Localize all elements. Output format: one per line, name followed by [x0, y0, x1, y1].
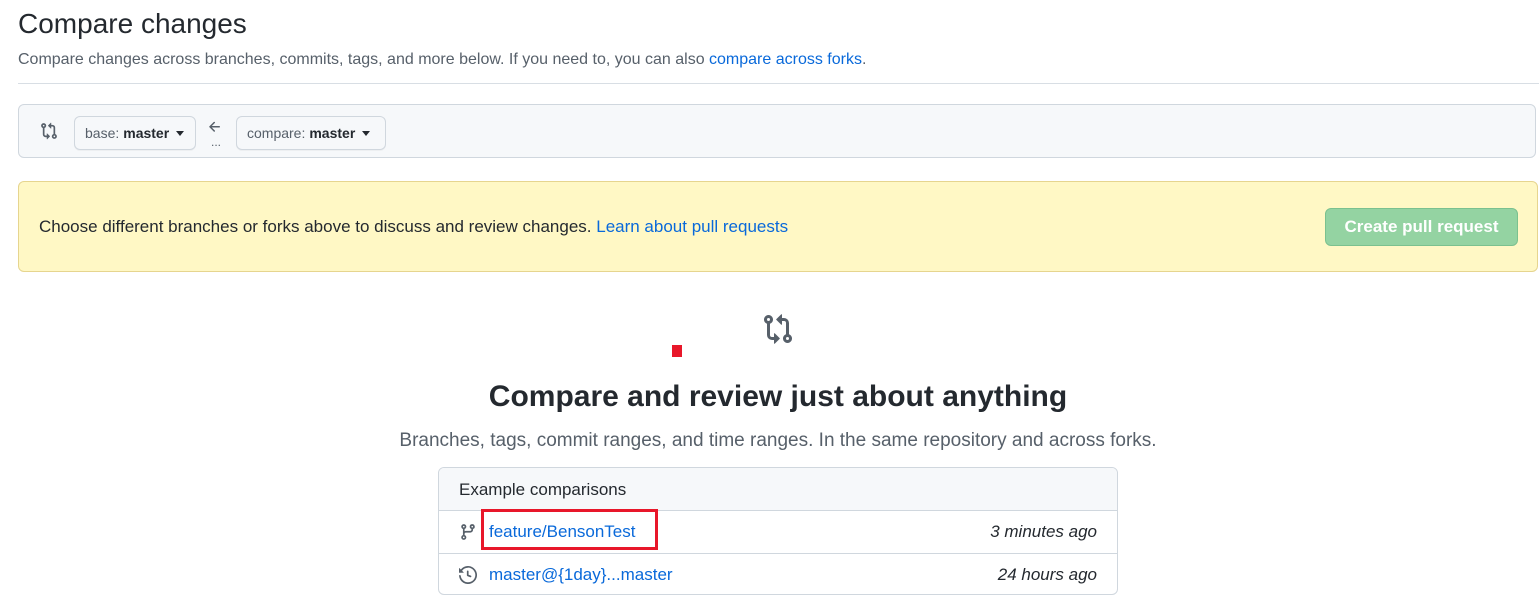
hero-title: Compare and review just about anything: [488, 380, 1068, 413]
caret-down-icon: [176, 130, 185, 136]
page-title: Compare changes: [18, 8, 247, 39]
base-value: master: [123, 125, 170, 141]
range-arrow: ...: [203, 117, 229, 151]
subtitle-text: Compare changes across branches, commits…: [18, 51, 710, 68]
list-item[interactable]: master@{1day}...master 24 hours ago: [439, 553, 1117, 594]
compare-branch-select[interactable]: compare: master: [236, 116, 386, 150]
git-compare-icon: [41, 122, 57, 140]
range-editor: base: master ... compare: master: [18, 104, 1536, 158]
examples-header: Example comparisons: [439, 468, 1117, 511]
flash-text: Choose different branches or forks above…: [39, 217, 597, 236]
example-time: 3 minutes ago: [990, 522, 1097, 541]
flash-message: Choose different branches or forks above…: [39, 217, 788, 237]
example-time: 24 hours ago: [997, 565, 1097, 584]
page-subtitle: Compare changes across branches, commits…: [18, 51, 866, 69]
create-pull-request-button[interactable]: Create pull request: [1325, 208, 1518, 246]
learn-about-pull-requests-link[interactable]: Learn about pull requests: [596, 217, 788, 236]
info-flash: Choose different branches or forks above…: [18, 181, 1538, 272]
header-divider: [18, 83, 1539, 84]
compare-prefix: compare:: [247, 125, 306, 141]
base-prefix: base:: [85, 125, 120, 141]
caret-down-icon: [362, 130, 371, 136]
compare-value: master: [309, 125, 356, 141]
hero-subtitle: Branches, tags, commit ranges, and time …: [399, 430, 1157, 451]
compare-across-forks-link[interactable]: compare across forks: [709, 51, 862, 68]
annotation-marker: [672, 345, 682, 357]
base-branch-select[interactable]: base: master: [74, 116, 196, 150]
range-dots: ...: [211, 135, 222, 149]
branch-icon: [461, 524, 475, 540]
example-link[interactable]: master@{1day}...master: [489, 565, 673, 585]
git-compare-icon: [764, 314, 793, 344]
history-icon: [459, 566, 477, 584]
arrow-left-icon: [209, 121, 220, 132]
annotation-highlight-box: [481, 509, 658, 550]
subtitle-end: .: [861, 51, 867, 68]
